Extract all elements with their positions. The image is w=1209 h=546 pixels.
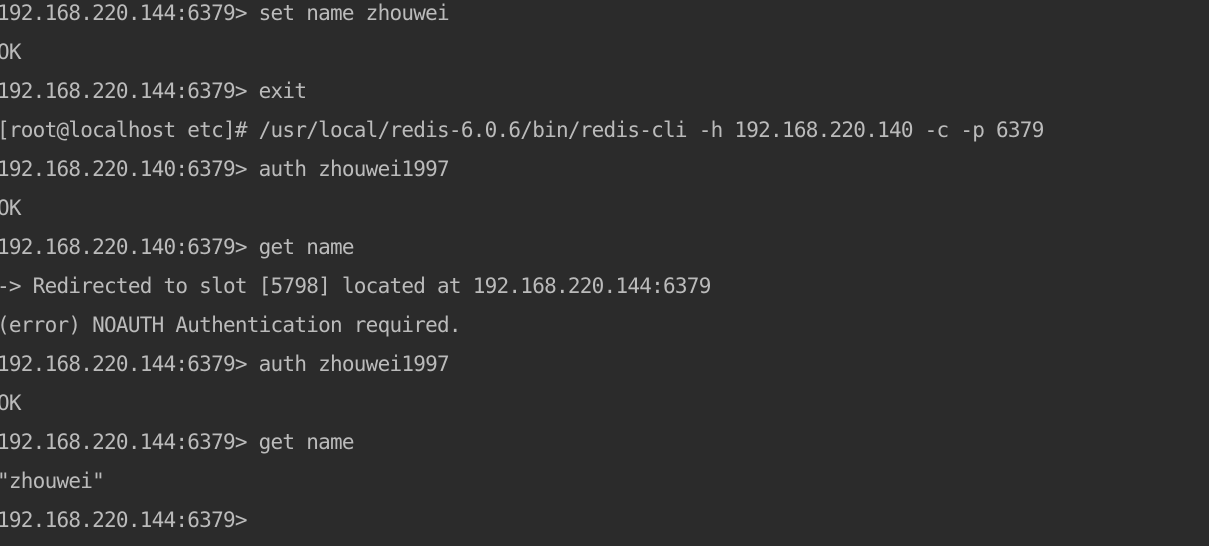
terminal-line: OK xyxy=(0,40,22,64)
terminal-line: OK xyxy=(0,196,22,220)
terminal-line: 192.168.220.144:6379> auth zhouwei1997 xyxy=(0,352,450,376)
terminal-line: 192.168.220.140:6379> auth zhouwei1997 xyxy=(0,157,450,181)
terminal-line: "zhouwei" xyxy=(0,469,105,493)
terminal-line: 192.168.220.140:6379> get name xyxy=(0,235,355,259)
terminal-line: -> Redirected to slot [5798] located at … xyxy=(0,274,711,298)
terminal-line: OK xyxy=(0,391,22,415)
terminal-line: (error) NOAUTH Authentication required. xyxy=(0,313,462,337)
terminal-line: 192.168.220.144:6379> get name xyxy=(0,430,355,454)
terminal-line: [root@localhost etc]# /usr/local/redis-6… xyxy=(0,118,1044,142)
terminal-output[interactable]: 192.168.220.144:6379> set name zhouwei O… xyxy=(0,0,1209,546)
terminal-prompt-line[interactable]: 192.168.220.144:6379> xyxy=(0,505,1209,535)
terminal-line: 192.168.220.144:6379> exit xyxy=(0,79,307,103)
terminal-line: 192.168.220.144:6379> set name zhouwei xyxy=(0,1,450,25)
